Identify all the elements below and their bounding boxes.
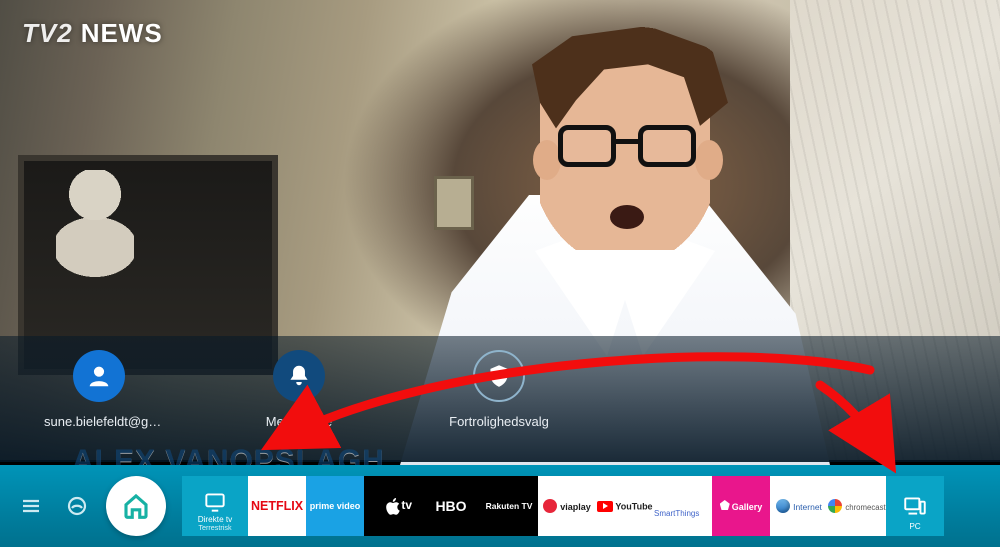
- tile-live-tv[interactable]: Direkte tvTerrestrisk: [182, 476, 248, 536]
- privacy-button[interactable]: Fortrolighedsvalg: [444, 350, 554, 429]
- presenter-ear: [533, 140, 561, 180]
- tile-chromecast[interactable]: chromecast: [828, 476, 886, 536]
- hamburger-icon: [19, 494, 43, 518]
- tile-label: HBO: [435, 498, 466, 514]
- home-button[interactable]: [106, 476, 166, 536]
- tile-label: Gallery: [720, 500, 763, 512]
- tile-rakuten[interactable]: Rakuten TV: [480, 476, 538, 536]
- launcher-bar: Direkte tvTerrestrisk NETFLIX prime vide…: [0, 465, 1000, 547]
- globe-icon: [776, 499, 790, 513]
- app-tiles: Direkte tvTerrestrisk NETFLIX prime vide…: [182, 476, 992, 536]
- presenter-ear: [695, 140, 723, 180]
- network-logo: TV2 NEWS: [22, 18, 163, 49]
- tile-apple-tv[interactable]: tv: [364, 476, 422, 536]
- account-label: sune.bielefeldt@g…: [44, 414, 154, 429]
- smartthings-icon: [654, 495, 668, 509]
- tile-label: prime video: [310, 501, 361, 511]
- shield-icon: [473, 350, 525, 402]
- gallery-icon: [720, 500, 730, 510]
- viaplay-icon: [543, 499, 557, 513]
- tile-label: viaplay: [543, 499, 591, 513]
- pc-icon: [902, 493, 928, 519]
- tile-label: NETFLIX: [251, 499, 303, 513]
- notifications-button[interactable]: Meddelelse: [244, 350, 354, 429]
- privacy-label: Fortrolighedsvalg: [444, 414, 554, 429]
- home-icon: [121, 491, 151, 521]
- ambient-button[interactable]: [58, 487, 96, 525]
- tile-pc[interactable]: PC: [886, 476, 944, 536]
- tile-youtube[interactable]: YouTube: [596, 476, 654, 536]
- chromecast-icon: [828, 499, 842, 513]
- tile-netflix[interactable]: NETFLIX: [248, 476, 306, 536]
- presenter-glasses: [558, 125, 696, 169]
- ambient-icon: [65, 494, 89, 518]
- user-icon: [73, 350, 125, 402]
- notifications-label: Meddelelse: [244, 414, 354, 429]
- presenter-mouth: [610, 205, 644, 229]
- tile-label: YouTube: [597, 501, 652, 512]
- tile-gallery[interactable]: Gallery: [712, 476, 770, 536]
- set-bust: [56, 170, 134, 280]
- tile-label: Rakuten TV: [486, 501, 533, 511]
- tile-label: tv: [401, 498, 412, 512]
- tile-label: PC: [909, 522, 920, 531]
- tile-sublabel: Terrestrisk: [182, 524, 248, 532]
- bell-icon: [273, 350, 325, 402]
- tile-label: chromecast: [828, 499, 885, 513]
- network-name: TV2: [22, 18, 73, 48]
- tile-viaplay[interactable]: viaplay: [538, 476, 596, 536]
- youtube-icon: [597, 501, 613, 512]
- account-button[interactable]: sune.bielefeldt@g…: [44, 350, 154, 429]
- menu-button[interactable]: [12, 487, 50, 525]
- tile-label: Internet: [776, 499, 822, 513]
- tv-icon: [202, 489, 228, 515]
- program-name: NEWS: [81, 18, 163, 48]
- tile-label: SmartThings: [654, 495, 712, 518]
- tile-smartthings[interactable]: SmartThings: [654, 476, 712, 536]
- set-frame: [434, 176, 474, 230]
- tile-prime-video[interactable]: prime video: [306, 476, 364, 536]
- tile-internet[interactable]: Internet: [770, 476, 828, 536]
- tile-hbo[interactable]: HBO: [422, 476, 480, 536]
